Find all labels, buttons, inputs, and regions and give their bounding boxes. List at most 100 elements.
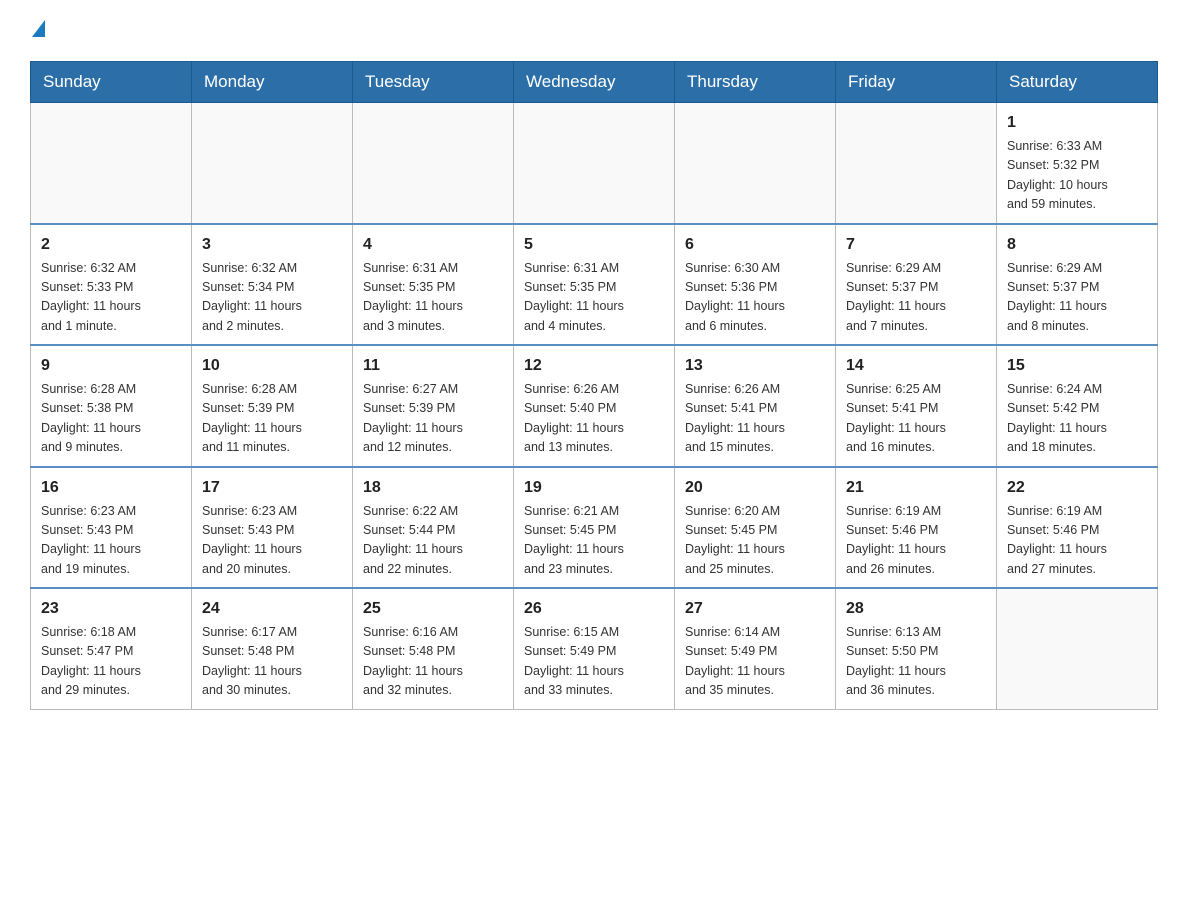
day-info: Sunrise: 6:19 AMSunset: 5:46 PMDaylight:…: [846, 502, 986, 580]
calendar-cell: 21Sunrise: 6:19 AMSunset: 5:46 PMDayligh…: [836, 467, 997, 589]
calendar-week-1: 1Sunrise: 6:33 AMSunset: 5:32 PMDaylight…: [31, 103, 1158, 224]
calendar-week-5: 23Sunrise: 6:18 AMSunset: 5:47 PMDayligh…: [31, 588, 1158, 709]
day-number: 8: [1007, 233, 1147, 257]
calendar-cell: 18Sunrise: 6:22 AMSunset: 5:44 PMDayligh…: [353, 467, 514, 589]
day-info: Sunrise: 6:23 AMSunset: 5:43 PMDaylight:…: [202, 502, 342, 580]
calendar-cell: 2Sunrise: 6:32 AMSunset: 5:33 PMDaylight…: [31, 224, 192, 346]
day-info: Sunrise: 6:20 AMSunset: 5:45 PMDaylight:…: [685, 502, 825, 580]
day-number: 11: [363, 354, 503, 378]
day-info: Sunrise: 6:21 AMSunset: 5:45 PMDaylight:…: [524, 502, 664, 580]
day-info: Sunrise: 6:27 AMSunset: 5:39 PMDaylight:…: [363, 380, 503, 458]
day-number: 22: [1007, 476, 1147, 500]
day-info: Sunrise: 6:26 AMSunset: 5:40 PMDaylight:…: [524, 380, 664, 458]
calendar-cell: 25Sunrise: 6:16 AMSunset: 5:48 PMDayligh…: [353, 588, 514, 709]
day-info: Sunrise: 6:28 AMSunset: 5:38 PMDaylight:…: [41, 380, 181, 458]
calendar-cell: [31, 103, 192, 224]
day-info: Sunrise: 6:19 AMSunset: 5:46 PMDaylight:…: [1007, 502, 1147, 580]
weekday-header-friday: Friday: [836, 62, 997, 103]
day-number: 27: [685, 597, 825, 621]
calendar-cell: [997, 588, 1158, 709]
calendar-cell: 20Sunrise: 6:20 AMSunset: 5:45 PMDayligh…: [675, 467, 836, 589]
day-info: Sunrise: 6:32 AMSunset: 5:34 PMDaylight:…: [202, 259, 342, 337]
day-info: Sunrise: 6:29 AMSunset: 5:37 PMDaylight:…: [1007, 259, 1147, 337]
calendar-week-2: 2Sunrise: 6:32 AMSunset: 5:33 PMDaylight…: [31, 224, 1158, 346]
day-info: Sunrise: 6:30 AMSunset: 5:36 PMDaylight:…: [685, 259, 825, 337]
calendar-cell: 4Sunrise: 6:31 AMSunset: 5:35 PMDaylight…: [353, 224, 514, 346]
day-number: 28: [846, 597, 986, 621]
calendar-cell: 28Sunrise: 6:13 AMSunset: 5:50 PMDayligh…: [836, 588, 997, 709]
day-info: Sunrise: 6:25 AMSunset: 5:41 PMDaylight:…: [846, 380, 986, 458]
weekday-header-tuesday: Tuesday: [353, 62, 514, 103]
day-info: Sunrise: 6:14 AMSunset: 5:49 PMDaylight:…: [685, 623, 825, 701]
day-number: 2: [41, 233, 181, 257]
day-number: 25: [363, 597, 503, 621]
day-number: 1: [1007, 111, 1147, 135]
day-info: Sunrise: 6:32 AMSunset: 5:33 PMDaylight:…: [41, 259, 181, 337]
day-number: 14: [846, 354, 986, 378]
day-number: 3: [202, 233, 342, 257]
day-info: Sunrise: 6:15 AMSunset: 5:49 PMDaylight:…: [524, 623, 664, 701]
day-number: 10: [202, 354, 342, 378]
calendar-cell: 16Sunrise: 6:23 AMSunset: 5:43 PMDayligh…: [31, 467, 192, 589]
day-info: Sunrise: 6:26 AMSunset: 5:41 PMDaylight:…: [685, 380, 825, 458]
day-info: Sunrise: 6:18 AMSunset: 5:47 PMDaylight:…: [41, 623, 181, 701]
calendar-cell: 22Sunrise: 6:19 AMSunset: 5:46 PMDayligh…: [997, 467, 1158, 589]
calendar-cell: 17Sunrise: 6:23 AMSunset: 5:43 PMDayligh…: [192, 467, 353, 589]
day-info: Sunrise: 6:33 AMSunset: 5:32 PMDaylight:…: [1007, 137, 1147, 215]
day-number: 12: [524, 354, 664, 378]
calendar-cell: [353, 103, 514, 224]
day-number: 16: [41, 476, 181, 500]
page-header: [30, 20, 1158, 41]
logo: [30, 20, 45, 41]
weekday-header-thursday: Thursday: [675, 62, 836, 103]
day-info: Sunrise: 6:31 AMSunset: 5:35 PMDaylight:…: [363, 259, 503, 337]
logo-triangle-icon: [32, 20, 45, 37]
day-number: 26: [524, 597, 664, 621]
calendar-cell: 9Sunrise: 6:28 AMSunset: 5:38 PMDaylight…: [31, 345, 192, 467]
day-info: Sunrise: 6:23 AMSunset: 5:43 PMDaylight:…: [41, 502, 181, 580]
calendar-cell: 8Sunrise: 6:29 AMSunset: 5:37 PMDaylight…: [997, 224, 1158, 346]
day-number: 17: [202, 476, 342, 500]
weekday-header-wednesday: Wednesday: [514, 62, 675, 103]
calendar-cell: 7Sunrise: 6:29 AMSunset: 5:37 PMDaylight…: [836, 224, 997, 346]
calendar-cell: 11Sunrise: 6:27 AMSunset: 5:39 PMDayligh…: [353, 345, 514, 467]
day-info: Sunrise: 6:17 AMSunset: 5:48 PMDaylight:…: [202, 623, 342, 701]
calendar-cell: [675, 103, 836, 224]
day-number: 20: [685, 476, 825, 500]
calendar-cell: 23Sunrise: 6:18 AMSunset: 5:47 PMDayligh…: [31, 588, 192, 709]
calendar-table: SundayMondayTuesdayWednesdayThursdayFrid…: [30, 61, 1158, 710]
calendar-cell: 24Sunrise: 6:17 AMSunset: 5:48 PMDayligh…: [192, 588, 353, 709]
calendar-cell: 15Sunrise: 6:24 AMSunset: 5:42 PMDayligh…: [997, 345, 1158, 467]
calendar-cell: 14Sunrise: 6:25 AMSunset: 5:41 PMDayligh…: [836, 345, 997, 467]
calendar-cell: 10Sunrise: 6:28 AMSunset: 5:39 PMDayligh…: [192, 345, 353, 467]
calendar-cell: 12Sunrise: 6:26 AMSunset: 5:40 PMDayligh…: [514, 345, 675, 467]
calendar-cell: [836, 103, 997, 224]
day-number: 6: [685, 233, 825, 257]
day-number: 23: [41, 597, 181, 621]
day-info: Sunrise: 6:28 AMSunset: 5:39 PMDaylight:…: [202, 380, 342, 458]
calendar-cell: 5Sunrise: 6:31 AMSunset: 5:35 PMDaylight…: [514, 224, 675, 346]
day-number: 19: [524, 476, 664, 500]
calendar-cell: 26Sunrise: 6:15 AMSunset: 5:49 PMDayligh…: [514, 588, 675, 709]
day-info: Sunrise: 6:29 AMSunset: 5:37 PMDaylight:…: [846, 259, 986, 337]
day-number: 13: [685, 354, 825, 378]
weekday-header-sunday: Sunday: [31, 62, 192, 103]
weekday-header-monday: Monday: [192, 62, 353, 103]
day-number: 4: [363, 233, 503, 257]
day-number: 24: [202, 597, 342, 621]
calendar-cell: 6Sunrise: 6:30 AMSunset: 5:36 PMDaylight…: [675, 224, 836, 346]
day-number: 15: [1007, 354, 1147, 378]
calendar-cell: 1Sunrise: 6:33 AMSunset: 5:32 PMDaylight…: [997, 103, 1158, 224]
day-info: Sunrise: 6:22 AMSunset: 5:44 PMDaylight:…: [363, 502, 503, 580]
day-info: Sunrise: 6:24 AMSunset: 5:42 PMDaylight:…: [1007, 380, 1147, 458]
day-info: Sunrise: 6:31 AMSunset: 5:35 PMDaylight:…: [524, 259, 664, 337]
calendar-cell: 27Sunrise: 6:14 AMSunset: 5:49 PMDayligh…: [675, 588, 836, 709]
calendar-cell: 19Sunrise: 6:21 AMSunset: 5:45 PMDayligh…: [514, 467, 675, 589]
day-number: 21: [846, 476, 986, 500]
weekday-header-saturday: Saturday: [997, 62, 1158, 103]
weekday-header-row: SundayMondayTuesdayWednesdayThursdayFrid…: [31, 62, 1158, 103]
day-number: 18: [363, 476, 503, 500]
day-info: Sunrise: 6:16 AMSunset: 5:48 PMDaylight:…: [363, 623, 503, 701]
day-number: 9: [41, 354, 181, 378]
calendar-week-3: 9Sunrise: 6:28 AMSunset: 5:38 PMDaylight…: [31, 345, 1158, 467]
